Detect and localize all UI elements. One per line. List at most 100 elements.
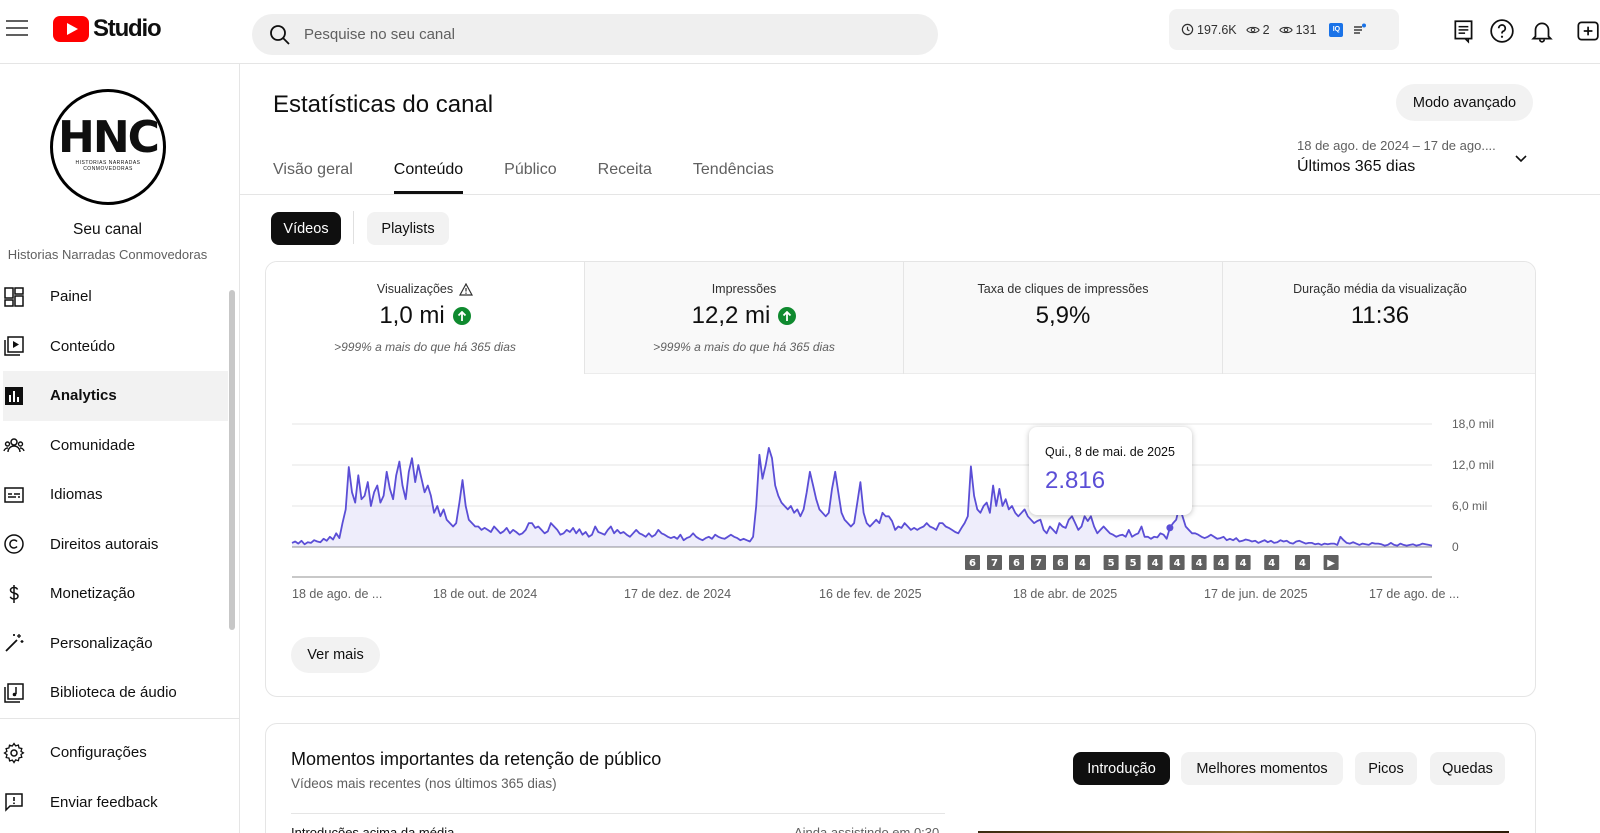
metric-impressions-value-row: 12,2 mi [585, 302, 903, 330]
sidebar: HNC HISTORIAS NARRADAS CONMOVEDORAS Seu … [0, 64, 240, 833]
retention-tab-best-moments[interactable]: Melhores momentos [1181, 752, 1343, 785]
advanced-mode-button[interactable]: Modo avançado [1396, 84, 1533, 121]
x-tick-label: 16 de fev. de 2025 [819, 587, 922, 601]
youtube-logo-icon [53, 16, 89, 42]
sidebar-nav: Painel Conteúdo Analytics Comunidade Idi… [0, 272, 228, 718]
video-marker-label: 7 [991, 558, 998, 569]
audio-library-icon [2, 681, 26, 705]
channel-name: Historias Narradas Conmovedoras [7, 247, 208, 262]
sidebar-item-conteudo[interactable]: Conteúdo [0, 322, 228, 372]
sidebar-scrollbar[interactable] [229, 290, 235, 630]
sidebar-item-label: Analytics [50, 387, 117, 405]
help-icon[interactable] [1489, 18, 1515, 44]
sidebar-item-monetizacao[interactable]: Monetização [0, 569, 228, 619]
views-48h-value: 131 [1295, 22, 1317, 37]
sidebar-item-configuracoes[interactable]: Configurações [0, 728, 228, 778]
x-tick-label: 18 de abr. de 2025 [1013, 587, 1117, 601]
realtime-stats[interactable]: 197.6K 2 131 IQ [1169, 9, 1399, 50]
studio-logo-text: Studio [93, 15, 162, 42]
sidebar-item-label: Conteúdo [50, 337, 116, 355]
watch-hours-value: 197.6K [1197, 22, 1237, 37]
sidebar-item-idiomas[interactable]: Idiomas [0, 470, 228, 520]
video-marker-label: 6 [969, 558, 976, 569]
sidebar-item-label: Direitos autorais [50, 535, 159, 553]
studio-logo[interactable]: Studio [53, 15, 162, 43]
metric-label: Duração média da visualização [1293, 282, 1467, 296]
retention-tab-intro[interactable]: Introdução [1073, 752, 1170, 785]
retention-tab-dips[interactable]: Quedas [1430, 752, 1505, 785]
sidebar-item-painel[interactable]: Painel [0, 272, 228, 322]
tabs-divider [240, 194, 1600, 195]
feedback-icon [2, 790, 26, 814]
video-marker-label: 4 [1196, 558, 1203, 569]
sidebar-item-label: Idiomas [50, 486, 103, 504]
metric-value: 5,9% [1035, 302, 1091, 329]
metric-label: Impressões [711, 282, 777, 296]
sidebar-divider [0, 718, 239, 719]
video-marker-label: 4 [1218, 558, 1225, 569]
community-icon [2, 433, 26, 457]
metric-avg-duration[interactable]: Duração média da visualização 11:36 [1223, 262, 1535, 374]
search-input[interactable] [304, 26, 904, 43]
video-marker-label: 4 [1079, 558, 1086, 569]
tab-receita[interactable]: Receita [598, 150, 652, 194]
filter-videos-chip[interactable]: Vídeos [271, 212, 341, 245]
retention-row-label: Introduções acima da média [291, 825, 455, 833]
live-viewers-value: 2 [1262, 22, 1270, 37]
sidebar-item-comunidade[interactable]: Comunidade [0, 421, 228, 471]
metrics-card: Visualizações 1,0 mi >999% a mais do que… [265, 261, 1536, 697]
dashboard-icon [2, 285, 26, 309]
tooltip-date: Qui., 8 de mai. de 2025 [1045, 445, 1175, 459]
video-marker-label: ▶ [1327, 558, 1335, 569]
metric-impressions[interactable]: Impressões 12,2 mi >999% a mais do que h… [585, 262, 903, 374]
video-marker-label: 7 [1035, 558, 1042, 569]
sidebar-item-enviar-feedback[interactable]: Enviar feedback [0, 778, 228, 828]
views-chart[interactable]: 0 6,0 mil 12,0 mil 18,0 mil 6 7 6 7 6 4 5 5 4 4 4 4 4 4 4 ▶… [266, 374, 1536, 697]
subtitles-icon [2, 483, 26, 507]
analytics-icon [2, 384, 26, 408]
menu-icon[interactable] [6, 20, 28, 38]
analytics-tabs: Visão geral Conteúdo Público Receita Ten… [273, 150, 815, 194]
create-icon[interactable] [1574, 18, 1600, 44]
metric-views[interactable]: Visualizações 1,0 mi >999% a mais do que… [266, 262, 584, 374]
bell-icon[interactable] [1529, 18, 1555, 44]
sidebar-item-label: Comunidade [50, 436, 136, 454]
x-tick-label: 18 de ago. de ... [292, 587, 382, 601]
eye-icon [1278, 26, 1293, 33]
sidebar-item-direitos-autorais[interactable]: Direitos autorais [0, 520, 228, 570]
retention-tab-spikes[interactable]: Picos [1355, 752, 1417, 785]
see-more-button[interactable]: Ver mais [291, 637, 380, 673]
sidebar-item-biblioteca-audio[interactable]: Biblioteca de áudio [0, 668, 228, 718]
sidebar-item-label: Configurações [50, 744, 147, 762]
highlight-point[interactable] [1166, 524, 1174, 532]
sidebar-item-analytics[interactable]: Analytics [0, 371, 228, 421]
sidebar-item-personalizacao[interactable]: Personalização [0, 619, 228, 669]
content-icon [2, 334, 26, 358]
retention-row-value: Ainda assistindo em 0:30 [794, 825, 940, 833]
chevron-down-icon [1515, 155, 1527, 163]
tab-tendencias[interactable]: Tendências [693, 150, 774, 194]
sidebar-item-label: Biblioteca de áudio [50, 684, 177, 702]
video-marker-label: 4 [1268, 558, 1275, 569]
metric-ctr[interactable]: Taxa de cliques de impressões 5,9% [904, 262, 1222, 374]
video-marker-label: 4 [1152, 558, 1159, 569]
tab-publico[interactable]: Público [504, 150, 556, 194]
filter-playlists-chip[interactable]: Playlists [367, 212, 449, 245]
channel-avatar[interactable]: HNC HISTORIAS NARRADAS CONMOVEDORAS [50, 89, 166, 205]
list-icon[interactable] [1352, 23, 1367, 37]
date-range-selector[interactable]: 18 de ago. de 2024 – 17 de ago.... Últim… [1297, 138, 1557, 176]
metric-label: Visualizações [376, 282, 454, 296]
search-bar[interactable] [252, 14, 938, 55]
tab-visao-geral[interactable]: Visão geral [273, 150, 353, 194]
vidiq-icon[interactable]: IQ [1329, 22, 1344, 37]
video-marker-label: 4 [1174, 558, 1181, 569]
sidebar-item-label: Painel [50, 288, 92, 306]
metric-value: 12,2 mi [691, 302, 771, 329]
warning-icon[interactable] [459, 282, 474, 296]
captions-icon[interactable] [1451, 18, 1477, 44]
tab-conteudo[interactable]: Conteúdo [393, 150, 464, 194]
x-tick-label: 17 de dez. de 2024 [624, 587, 731, 601]
x-tick-label: 17 de jun. de 2025 [1204, 587, 1308, 601]
magic-wand-icon [2, 631, 26, 655]
metric-label: Taxa de cliques de impressões [977, 282, 1149, 296]
